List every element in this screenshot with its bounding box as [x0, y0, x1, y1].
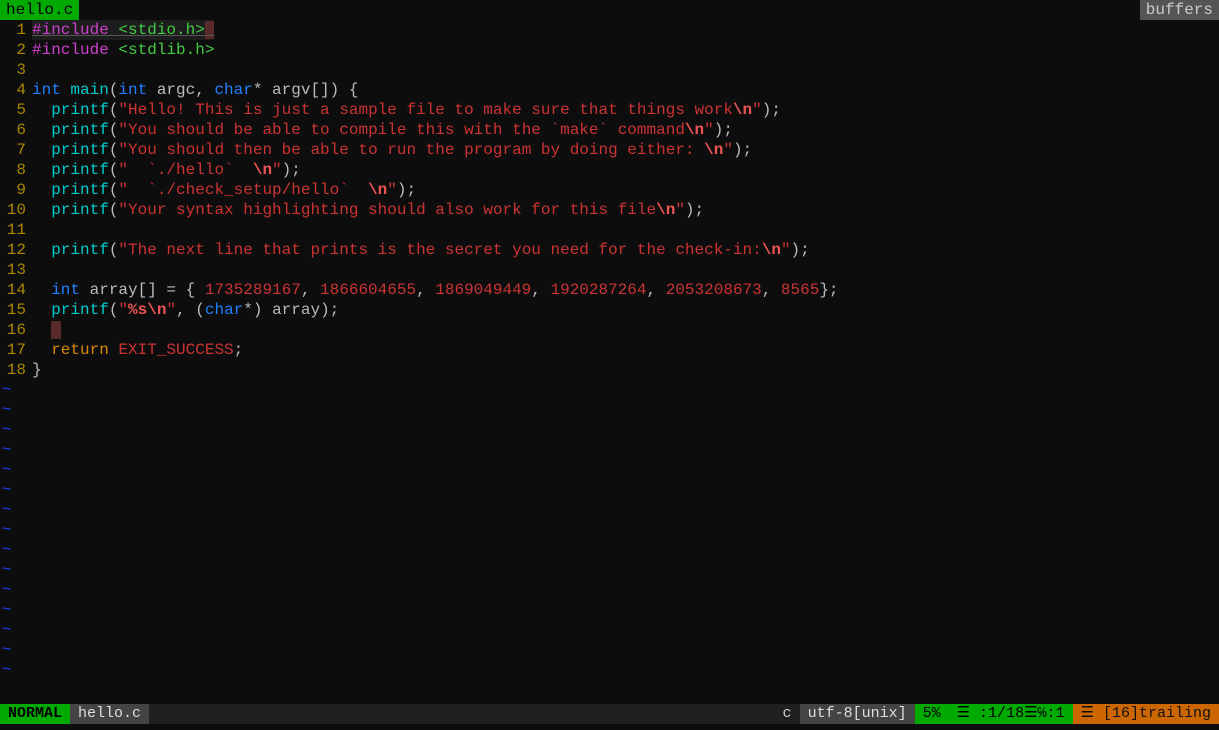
code-content[interactable]: int array[] = { 1735289167, 1866604655, …: [32, 280, 839, 300]
line-number: 16: [0, 320, 32, 340]
editor-area[interactable]: 1#include <stdio.h> 2#include <stdlib.h>…: [0, 20, 1219, 680]
code-line[interactable]: 6 printf("You should be able to compile …: [0, 120, 1219, 140]
code-content[interactable]: [32, 320, 61, 340]
line-number: 2: [0, 40, 32, 60]
tilde-icon: ~: [0, 380, 32, 400]
status-mode: NORMAL: [0, 704, 70, 724]
tilde-icon: ~: [0, 580, 32, 600]
code-line[interactable]: 9 printf(" `./check_setup/hello` \n");: [0, 180, 1219, 200]
status-filetype: c: [775, 704, 800, 724]
empty-line: ~: [0, 480, 1219, 500]
empty-line: ~: [0, 400, 1219, 420]
code-line[interactable]: 12 printf("The next line that prints is …: [0, 240, 1219, 260]
line-number: 18: [0, 360, 32, 380]
code-content[interactable]: }: [32, 360, 42, 380]
status-encoding: utf-8[unix]: [800, 704, 915, 724]
line-number: 13: [0, 260, 32, 280]
code-content[interactable]: #include <stdio.h>: [32, 20, 214, 40]
code-content[interactable]: printf("Hello! This is just a sample fil…: [32, 100, 781, 120]
empty-line: ~: [0, 600, 1219, 620]
code-line[interactable]: 14 int array[] = { 1735289167, 186660465…: [0, 280, 1219, 300]
status-trailing-warning: ☰ [16]trailing: [1073, 704, 1219, 724]
code-line[interactable]: 7 printf("You should then be able to run…: [0, 140, 1219, 160]
trailing-whitespace: [205, 21, 215, 39]
code-line[interactable]: 11: [0, 220, 1219, 240]
empty-line: ~: [0, 660, 1219, 680]
code-content[interactable]: printf(" `./hello` \n");: [32, 160, 301, 180]
tilde-icon: ~: [0, 420, 32, 440]
status-filename: hello.c: [70, 704, 149, 724]
code-content[interactable]: #include <stdlib.h>: [32, 40, 214, 60]
code-line[interactable]: 1#include <stdio.h>: [0, 20, 1219, 40]
line-number: 1: [0, 20, 32, 40]
code-line[interactable]: 10 printf("Your syntax highlighting shou…: [0, 200, 1219, 220]
trailing-whitespace: [51, 321, 61, 339]
line-number: 14: [0, 280, 32, 300]
code-line[interactable]: 13: [0, 260, 1219, 280]
line-number: 8: [0, 160, 32, 180]
empty-line: ~: [0, 620, 1219, 640]
code-line[interactable]: 2#include <stdlib.h>: [0, 40, 1219, 60]
code-line[interactable]: 3: [0, 60, 1219, 80]
tilde-icon: ~: [0, 480, 32, 500]
status-bar: NORMAL hello.c c utf-8[unix] 5% ☰ :1/18☰…: [0, 704, 1219, 724]
tilde-icon: ~: [0, 560, 32, 580]
tab-current-file[interactable]: hello.c: [0, 0, 79, 20]
line-number: 9: [0, 180, 32, 200]
code-line[interactable]: 18}: [0, 360, 1219, 380]
tilde-icon: ~: [0, 600, 32, 620]
code-content[interactable]: printf(" `./check_setup/hello` \n");: [32, 180, 416, 200]
tilde-icon: ~: [0, 520, 32, 540]
line-number: 7: [0, 140, 32, 160]
empty-line: ~: [0, 580, 1219, 600]
tab-buffers[interactable]: buffers: [1140, 0, 1219, 20]
code-line[interactable]: 4int main(int argc, char* argv[]) {: [0, 80, 1219, 100]
empty-line: ~: [0, 540, 1219, 560]
status-spacer: [149, 704, 775, 724]
line-number: 10: [0, 200, 32, 220]
line-number: 5: [0, 100, 32, 120]
tab-bar: hello.c buffers: [0, 0, 1219, 20]
code-content[interactable]: printf("%s\n", (char*) array);: [32, 300, 339, 320]
code-content[interactable]: int main(int argc, char* argv[]) {: [32, 80, 358, 100]
tilde-icon: ~: [0, 660, 32, 680]
code-line[interactable]: 5 printf("Hello! This is just a sample f…: [0, 100, 1219, 120]
empty-line: ~: [0, 440, 1219, 460]
line-number: 12: [0, 240, 32, 260]
status-position: ☰ :1/18☰℅:1: [949, 704, 1073, 724]
line-number: 3: [0, 60, 32, 80]
empty-line: ~: [0, 380, 1219, 400]
empty-line: ~: [0, 560, 1219, 580]
empty-line: ~: [0, 420, 1219, 440]
code-line[interactable]: 15 printf("%s\n", (char*) array);: [0, 300, 1219, 320]
tilde-icon: ~: [0, 500, 32, 520]
tilde-icon: ~: [0, 620, 32, 640]
line-number: 17: [0, 340, 32, 360]
code-line[interactable]: 16: [0, 320, 1219, 340]
empty-line: ~: [0, 500, 1219, 520]
tilde-icon: ~: [0, 460, 32, 480]
tilde-icon: ~: [0, 440, 32, 460]
status-percent: 5%: [915, 704, 949, 724]
code-content[interactable]: printf("The next line that prints is the…: [32, 240, 810, 260]
code-content[interactable]: printf("You should then be able to run t…: [32, 140, 752, 160]
line-number: 15: [0, 300, 32, 320]
tilde-icon: ~: [0, 640, 32, 660]
code-content[interactable]: return EXIT_SUCCESS;: [32, 340, 243, 360]
tilde-icon: ~: [0, 400, 32, 420]
code-content[interactable]: printf("You should be able to compile th…: [32, 120, 733, 140]
code-line[interactable]: 17 return EXIT_SUCCESS;: [0, 340, 1219, 360]
empty-line: ~: [0, 460, 1219, 480]
code-content[interactable]: printf("Your syntax highlighting should …: [32, 200, 704, 220]
code-line[interactable]: 8 printf(" `./hello` \n");: [0, 160, 1219, 180]
line-number: 4: [0, 80, 32, 100]
empty-line: ~: [0, 520, 1219, 540]
tilde-icon: ~: [0, 540, 32, 560]
empty-line: ~: [0, 640, 1219, 660]
line-number: 11: [0, 220, 32, 240]
line-number: 6: [0, 120, 32, 140]
